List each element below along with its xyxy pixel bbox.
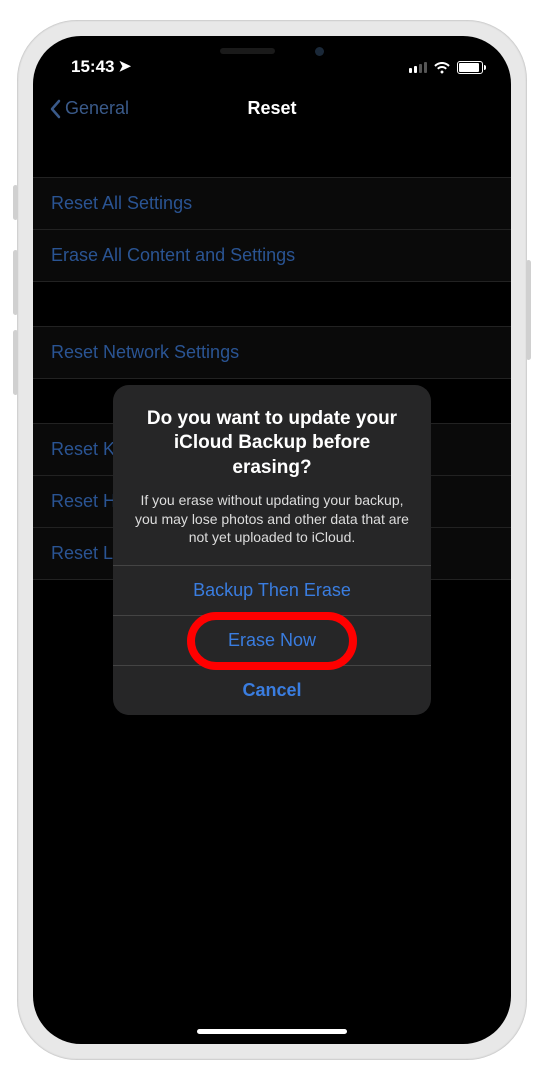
volume-down-button: [13, 330, 18, 395]
alert-header: Do you want to update your iCloud Backup…: [113, 385, 431, 566]
speaker: [220, 48, 275, 54]
cancel-button[interactable]: Cancel: [113, 665, 431, 715]
backup-then-erase-button[interactable]: Backup Then Erase: [113, 565, 431, 615]
alert-message: If you erase without updating your backu…: [133, 491, 411, 548]
alert-dialog: Do you want to update your iCloud Backup…: [113, 385, 431, 716]
alert-title: Do you want to update your iCloud Backup…: [133, 407, 411, 481]
phone-frame: 15:43 ➤ General Reset: [17, 20, 527, 1060]
front-camera: [315, 47, 324, 56]
power-button: [526, 260, 531, 360]
volume-up-button: [13, 250, 18, 315]
erase-now-button[interactable]: Erase Now: [113, 615, 431, 665]
notch: [167, 36, 377, 66]
screen: 15:43 ➤ General Reset: [33, 36, 511, 1044]
erase-now-label: Erase Now: [228, 630, 316, 650]
mute-switch: [13, 185, 18, 220]
alert-overlay: Do you want to update your iCloud Backup…: [33, 36, 511, 1044]
